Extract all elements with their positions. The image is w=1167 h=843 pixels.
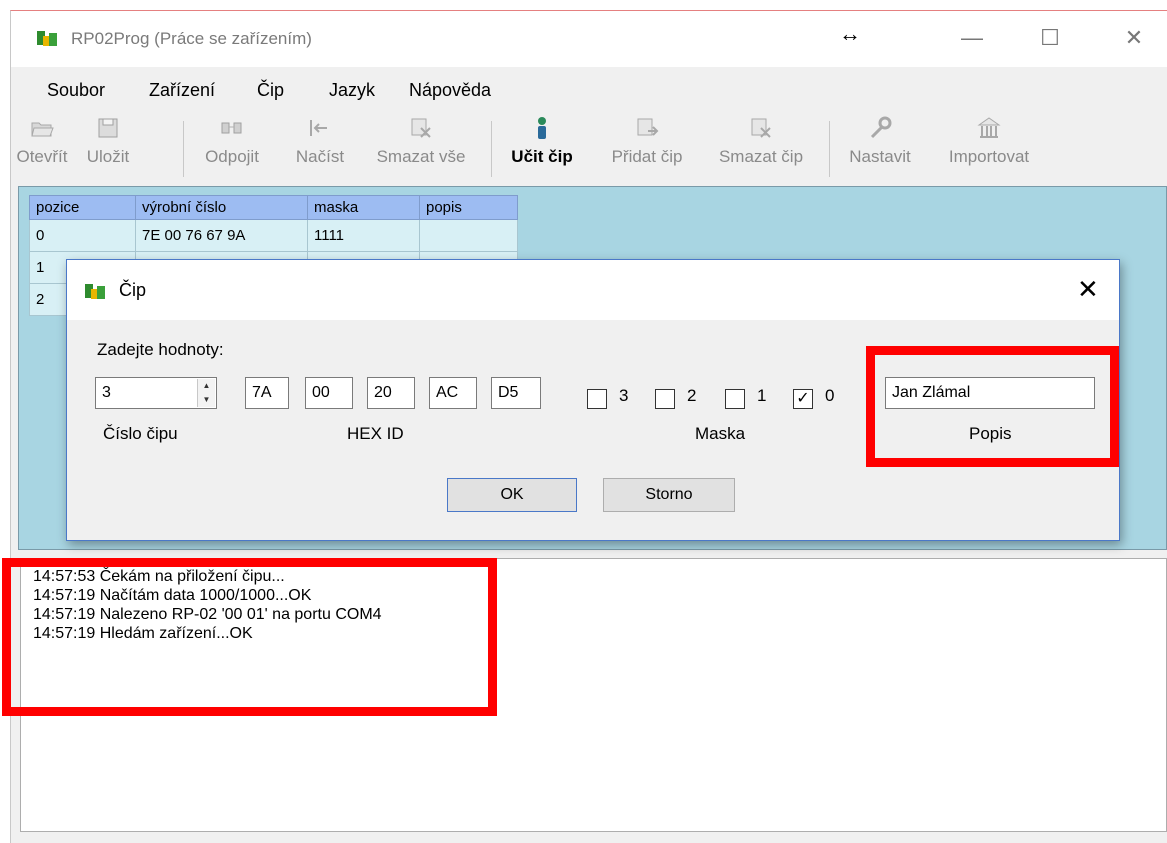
add-chip-icon (637, 118, 659, 136)
hex-id-byte-3[interactable]: 20 (367, 377, 415, 409)
wrench-icon (870, 116, 892, 139)
check-mark-icon: ✓ (796, 390, 810, 407)
hex-id-byte-2[interactable]: 00 (305, 377, 353, 409)
close-button[interactable]: ✕ (1111, 23, 1157, 53)
table-cell[interactable]: 1111 (307, 219, 420, 252)
menu-napoveda[interactable]: Nápověda (409, 77, 491, 103)
disconnect-button[interactable]: Odpojit (193, 111, 271, 187)
import-building-icon (977, 117, 1001, 138)
teach-chip-icon (538, 117, 546, 139)
mask-bit-3-label: 3 (619, 386, 629, 405)
toolbar-separator (183, 121, 184, 177)
dialog-prompt: Zadejte hodnoty: (97, 340, 224, 359)
settings-button[interactable]: Nastavit (839, 111, 921, 187)
open-button[interactable]: Otevřít (11, 111, 73, 187)
menu-soubor[interactable]: Soubor (47, 77, 105, 103)
folder-open-icon (31, 122, 54, 137)
description-highlight-box (866, 346, 1119, 467)
column-header-serial[interactable]: výrobní číslo (135, 195, 308, 220)
mask-bit-2-checkbox[interactable] (655, 389, 675, 409)
menu-jazyk[interactable]: Jazyk (329, 77, 375, 103)
table-cell[interactable] (419, 219, 518, 252)
hex-id-byte-5[interactable]: D5 (491, 377, 541, 409)
app-logo-icon (37, 29, 59, 47)
dialog-title: Čip (119, 280, 147, 300)
toolbar: Otevřít Uložit Odpojit Načíst Smazat vše… (11, 111, 1167, 189)
add-chip-button[interactable]: Přidat čip (595, 111, 699, 187)
import-button[interactable]: Importovat (933, 111, 1045, 187)
spin-buttons[interactable]: ▲ ▼ (197, 379, 215, 407)
table-cell[interactable]: 0 (29, 219, 136, 252)
menu-cip[interactable]: Čip (257, 77, 284, 103)
window-title: RP02Prog (Práce se zařízením) (71, 29, 312, 48)
cancel-button[interactable]: Storno (603, 478, 735, 512)
delete-all-button[interactable]: Smazat vše (365, 111, 477, 187)
chip-number-stepper[interactable]: 3 ▲ ▼ (95, 377, 217, 409)
maximize-button[interactable]: ☐ (1027, 23, 1073, 53)
table-row[interactable]: 0 7E 00 76 67 9A 1111 (29, 219, 518, 252)
spin-down-icon[interactable]: ▼ (198, 393, 215, 407)
title-bar: RP02Prog (Práce se zařízením) ↔ — ☐ ✕ (11, 11, 1167, 67)
mask-bit-2-label: 2 (687, 386, 697, 405)
chip-number-caption: Číslo čipu (103, 424, 178, 443)
delete-chip-button[interactable]: Smazat čip (705, 111, 817, 187)
delete-all-icon (411, 118, 431, 138)
menu-zarizeni[interactable]: Zařízení (149, 77, 215, 103)
table-cell[interactable]: 7E 00 76 67 9A (135, 219, 308, 252)
save-disk-icon (98, 118, 118, 138)
load-arrow-icon (310, 120, 327, 136)
table-header-row: pozice výrobní číslo maska popis (29, 195, 518, 220)
mask-bit-3-checkbox[interactable] (587, 389, 607, 409)
save-button[interactable]: Uložit (77, 111, 139, 187)
mask-bit-0-checkbox[interactable]: ✓ (793, 389, 813, 409)
column-header-mask[interactable]: maska (307, 195, 420, 220)
hex-id-byte-1[interactable]: 7A (245, 377, 289, 409)
mask-caption: Maska (695, 424, 746, 443)
dialog-close-button[interactable]: ✕ (1077, 274, 1099, 305)
dialog-title-bar: Čip ✕ (67, 260, 1119, 320)
load-button[interactable]: Načíst (283, 111, 357, 187)
hex-id-byte-4[interactable]: AC (429, 377, 477, 409)
spin-up-icon[interactable]: ▲ (198, 379, 215, 393)
mask-bit-1-checkbox[interactable] (725, 389, 745, 409)
mask-bit-0-label: 0 (825, 386, 835, 405)
column-header-description[interactable]: popis (419, 195, 518, 220)
hex-id-caption: HEX ID (347, 424, 404, 443)
teach-chip-button[interactable]: Učit čip (501, 111, 583, 187)
column-header-position[interactable]: pozice (29, 195, 136, 220)
toolbar-separator (491, 121, 492, 177)
chip-number-value: 3 (102, 384, 111, 401)
disconnect-icon (221, 122, 242, 134)
toolbar-separator (829, 121, 830, 177)
mask-bit-1-label: 1 (757, 386, 767, 405)
log-highlight-box (2, 558, 497, 716)
minimize-button[interactable]: — (949, 23, 995, 53)
resize-cursor-icon: ↔ (839, 21, 861, 46)
app-logo-icon (85, 282, 107, 300)
ok-button[interactable]: OK (447, 478, 577, 512)
delete-chip-icon (751, 118, 771, 138)
